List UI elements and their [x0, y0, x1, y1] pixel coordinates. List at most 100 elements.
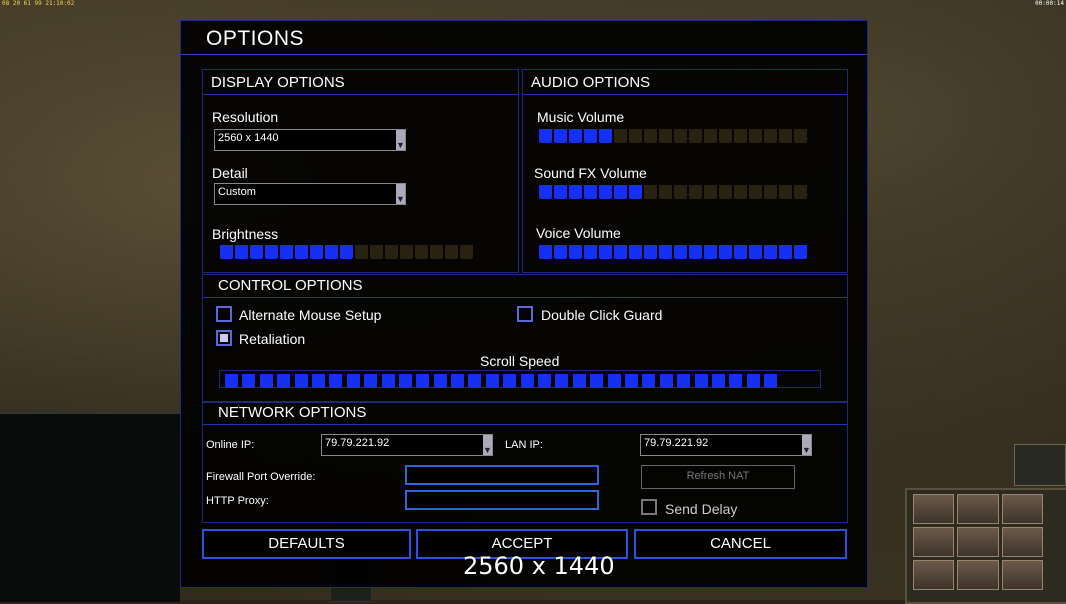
- slider-segment[interactable]: [451, 374, 465, 388]
- slider-segment[interactable]: [385, 245, 398, 259]
- slider-segment[interactable]: [764, 185, 777, 199]
- slider-segment[interactable]: [220, 245, 233, 259]
- scroll-speed-slider[interactable]: [225, 374, 778, 388]
- slider-segment[interactable]: [794, 185, 807, 199]
- detail-dropdown[interactable]: Custom ▼: [214, 183, 406, 205]
- slider-segment[interactable]: [242, 374, 256, 388]
- slider-segment[interactable]: [794, 245, 807, 259]
- unit-portrait[interactable]: [913, 527, 955, 557]
- slider-segment[interactable]: [764, 245, 777, 259]
- slider-segment[interactable]: [381, 374, 395, 388]
- brightness-slider[interactable]: [220, 245, 473, 259]
- slider-segment[interactable]: [689, 185, 702, 199]
- voice-volume-slider[interactable]: [539, 245, 807, 259]
- slider-segment[interactable]: [749, 245, 762, 259]
- slider-segment[interactable]: [584, 129, 597, 143]
- resolution-dropdown[interactable]: 2560 x 1440 ▼: [214, 129, 406, 151]
- slider-segment[interactable]: [599, 185, 612, 199]
- slider-segment[interactable]: [779, 185, 792, 199]
- slider-segment[interactable]: [644, 185, 657, 199]
- slider-segment[interactable]: [746, 374, 760, 388]
- slider-segment[interactable]: [355, 245, 368, 259]
- slider-segment[interactable]: [325, 245, 338, 259]
- slider-segment[interactable]: [659, 245, 672, 259]
- cancel-button[interactable]: CANCEL: [634, 529, 847, 559]
- slider-segment[interactable]: [539, 129, 552, 143]
- slider-segment[interactable]: [779, 129, 792, 143]
- slider-segment[interactable]: [554, 245, 567, 259]
- slider-segment[interactable]: [400, 245, 413, 259]
- slider-segment[interactable]: [749, 185, 762, 199]
- slider-segment[interactable]: [555, 374, 569, 388]
- slider-segment[interactable]: [340, 245, 353, 259]
- slider-segment[interactable]: [569, 185, 582, 199]
- slider-segment[interactable]: [711, 374, 725, 388]
- slider-segment[interactable]: [584, 245, 597, 259]
- slider-segment[interactable]: [485, 374, 499, 388]
- slider-segment[interactable]: [704, 129, 717, 143]
- slider-segment[interactable]: [624, 374, 638, 388]
- slider-segment[interactable]: [415, 245, 428, 259]
- slider-segment[interactable]: [265, 245, 278, 259]
- slider-segment[interactable]: [677, 374, 691, 388]
- slider-segment[interactable]: [674, 129, 687, 143]
- slider-segment[interactable]: [674, 185, 687, 199]
- slider-segment[interactable]: [599, 129, 612, 143]
- slider-segment[interactable]: [538, 374, 552, 388]
- slider-segment[interactable]: [644, 245, 657, 259]
- slider-segment[interactable]: [295, 245, 308, 259]
- slider-segment[interactable]: [599, 245, 612, 259]
- minimap[interactable]: [0, 412, 180, 602]
- slider-segment[interactable]: [280, 245, 293, 259]
- slider-segment[interactable]: [364, 374, 378, 388]
- slider-segment[interactable]: [614, 129, 627, 143]
- slider-segment[interactable]: [659, 374, 673, 388]
- unit-portrait[interactable]: [1001, 560, 1043, 590]
- slider-segment[interactable]: [225, 374, 238, 388]
- slider-segment[interactable]: [310, 245, 323, 259]
- slider-segment[interactable]: [734, 185, 747, 199]
- slider-segment[interactable]: [629, 129, 642, 143]
- slider-segment[interactable]: [629, 245, 642, 259]
- slider-segment[interactable]: [539, 245, 552, 259]
- slider-segment[interactable]: [520, 374, 534, 388]
- slider-segment[interactable]: [235, 245, 248, 259]
- defaults-button[interactable]: DEFAULTS: [202, 529, 411, 559]
- slider-segment[interactable]: [250, 245, 263, 259]
- retaliation-checkbox[interactable]: [216, 330, 232, 346]
- slider-segment[interactable]: [704, 245, 717, 259]
- unit-portrait[interactable]: [1001, 494, 1043, 524]
- slider-segment[interactable]: [642, 374, 656, 388]
- slider-segment[interactable]: [674, 245, 687, 259]
- http-proxy-input[interactable]: [405, 490, 599, 510]
- slider-segment[interactable]: [694, 374, 708, 388]
- unit-portrait[interactable]: [957, 560, 999, 590]
- slider-segment[interactable]: [764, 129, 777, 143]
- unit-portrait[interactable]: [913, 494, 955, 524]
- slider-segment[interactable]: [539, 185, 552, 199]
- slider-segment[interactable]: [416, 374, 430, 388]
- slider-segment[interactable]: [572, 374, 586, 388]
- double-click-guard-checkbox[interactable]: [517, 306, 533, 322]
- slider-segment[interactable]: [629, 185, 642, 199]
- slider-segment[interactable]: [614, 185, 627, 199]
- refresh-nat-button[interactable]: Refresh NAT: [641, 465, 795, 489]
- unit-portrait[interactable]: [913, 560, 955, 590]
- alternate-mouse-checkbox[interactable]: [216, 306, 232, 322]
- slider-segment[interactable]: [329, 374, 343, 388]
- slider-segment[interactable]: [590, 374, 604, 388]
- slider-segment[interactable]: [644, 129, 657, 143]
- slider-segment[interactable]: [370, 245, 383, 259]
- slider-segment[interactable]: [460, 245, 473, 259]
- slider-segment[interactable]: [430, 245, 443, 259]
- slider-segment[interactable]: [468, 374, 482, 388]
- slider-segment[interactable]: [794, 129, 807, 143]
- slider-segment[interactable]: [734, 245, 747, 259]
- slider-segment[interactable]: [719, 245, 732, 259]
- slider-segment[interactable]: [719, 129, 732, 143]
- unit-portrait[interactable]: [957, 494, 999, 524]
- slider-segment[interactable]: [734, 129, 747, 143]
- sound-fx-volume-slider[interactable]: [539, 185, 807, 199]
- slider-segment[interactable]: [445, 245, 458, 259]
- slider-segment[interactable]: [689, 129, 702, 143]
